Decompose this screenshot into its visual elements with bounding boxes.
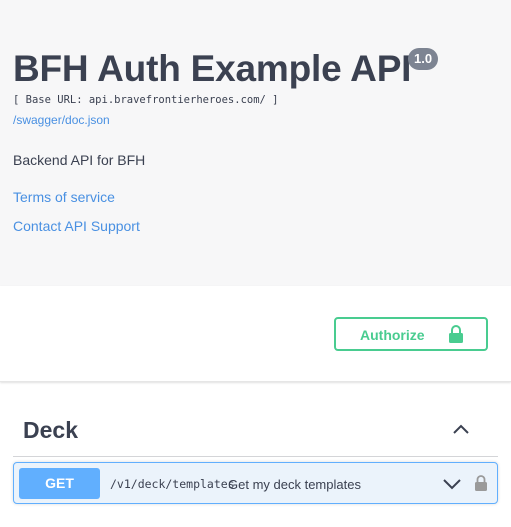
- chevron-up-icon[interactable]: [449, 418, 473, 442]
- authorize-label: Authorize: [360, 327, 425, 343]
- method-badge: GET: [19, 468, 100, 499]
- api-description: Backend API for BFH: [13, 152, 146, 168]
- base-url: [ Base URL: api.bravefrontierheroes.com/…: [13, 94, 279, 106]
- operation-get-deck-templates[interactable]: GET /v1/deck/templates Get my deck templ…: [13, 462, 498, 504]
- authorize-button[interactable]: Authorize: [334, 317, 488, 351]
- tag-title: Deck: [23, 417, 78, 443]
- operation-summary: Get my deck templates: [228, 477, 361, 492]
- api-title: BFH Auth Example API: [13, 48, 412, 89]
- terms-of-service-link[interactable]: Terms of service: [13, 188, 115, 206]
- operation-path: /v1/deck/templates: [110, 477, 235, 491]
- contact-support-link[interactable]: Contact API Support: [13, 217, 140, 235]
- version-badge: 1.0: [408, 48, 439, 70]
- lock-icon[interactable]: [474, 474, 488, 492]
- tag-section-deck[interactable]: Deck: [13, 402, 498, 457]
- chevron-down-icon[interactable]: [442, 476, 462, 492]
- api-info-section: [0, 0, 511, 286]
- spec-json-link[interactable]: /swagger/doc.json: [13, 112, 110, 128]
- lock-icon: [449, 325, 463, 343]
